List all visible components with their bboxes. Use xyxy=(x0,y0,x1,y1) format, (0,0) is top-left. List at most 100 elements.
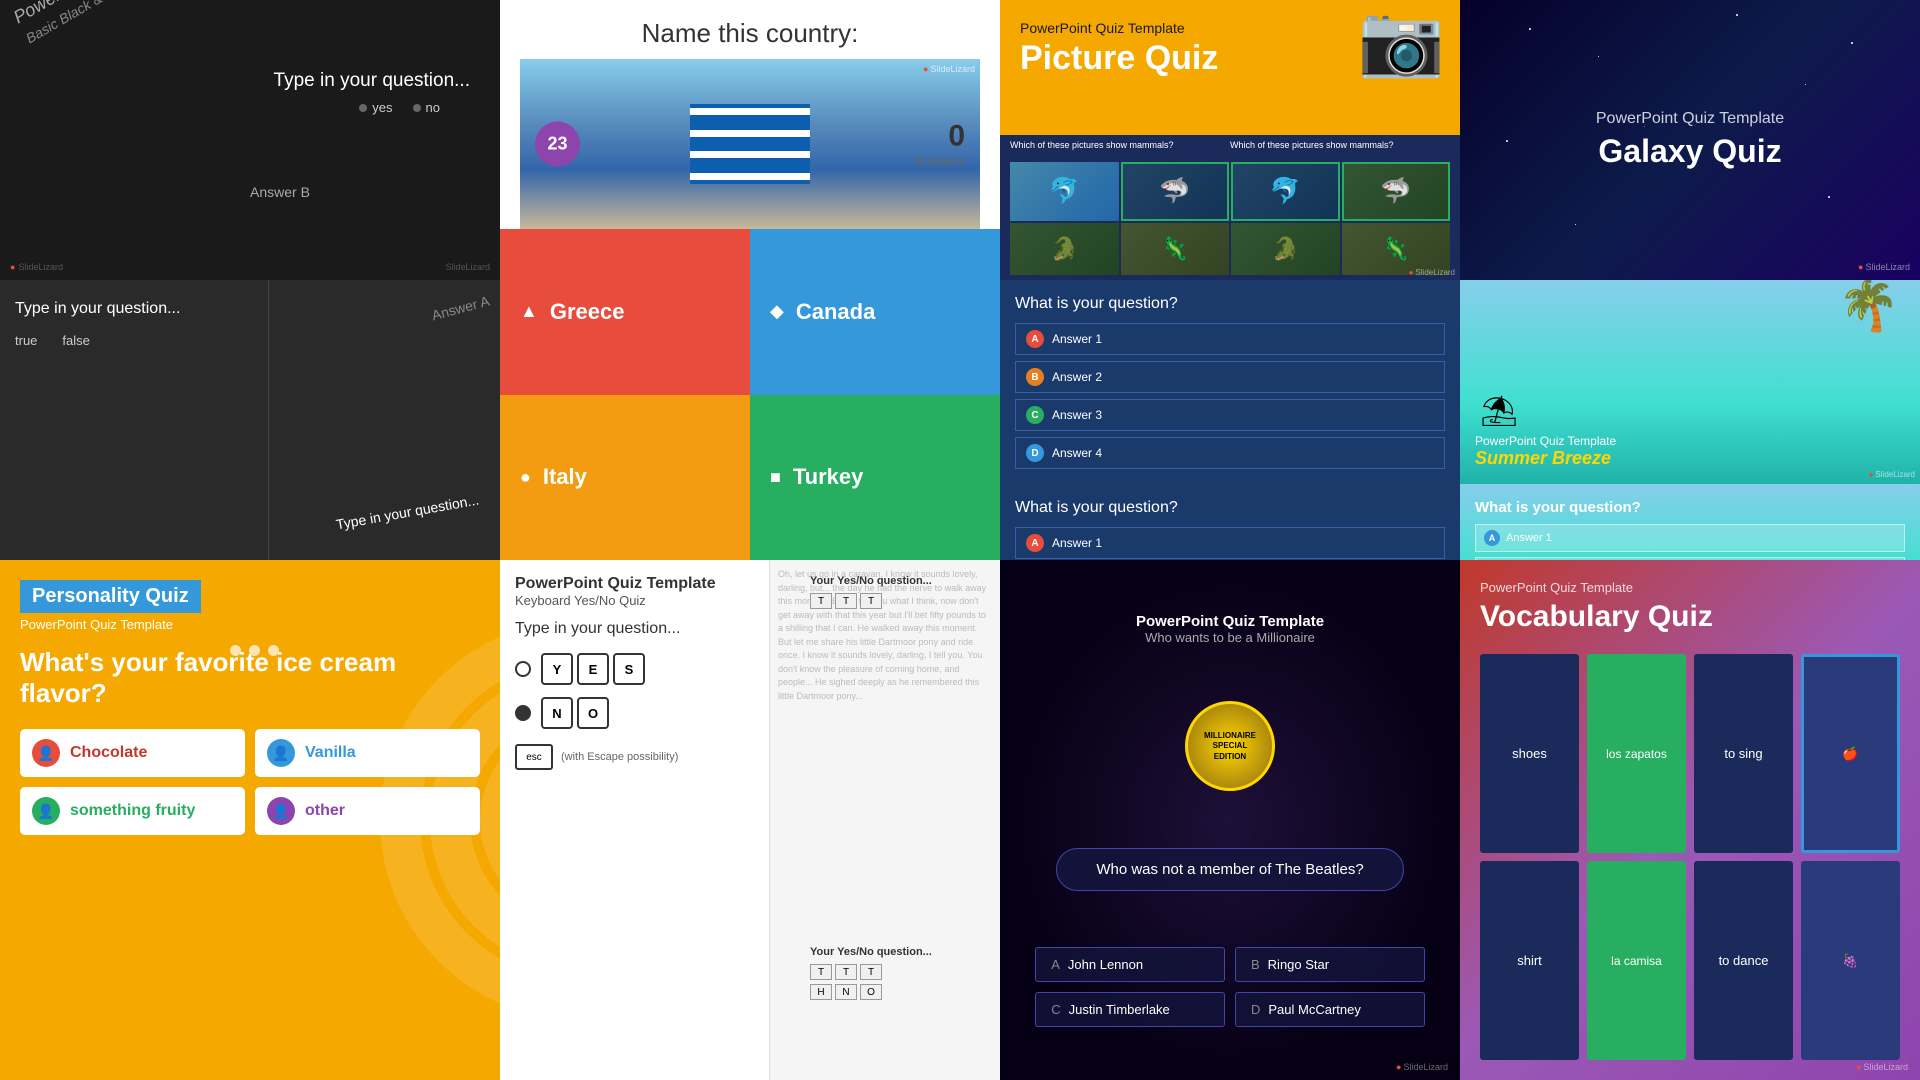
mill-logo-text: MILLIONAIRE SPECIAL EDITION xyxy=(1196,731,1264,762)
pers-badge-container: Personality Quiz PowerPoint Quiz Templat… xyxy=(20,580,480,632)
bw-false: false xyxy=(62,333,89,348)
yesno-q2-block: Your Yes/No question... T T T H N O xyxy=(810,946,990,1000)
greece-title: Name this country: xyxy=(500,0,1000,59)
vocab-card-apple[interactable]: 🍎 xyxy=(1801,654,1900,853)
kb-key-o[interactable]: O xyxy=(577,697,609,729)
vocab-card-sing[interactable]: to sing xyxy=(1694,654,1793,853)
pers-opt-vanilla[interactable]: 👤 Vanilla xyxy=(255,729,480,777)
mill-letter-c: C xyxy=(1051,1002,1060,1017)
yn-key-o2[interactable]: O xyxy=(860,984,882,1000)
kb-key-n[interactable]: N xyxy=(541,697,573,729)
summer-title-block: PowerPoint Quiz Template Summer Breeze xyxy=(1475,434,1905,469)
bw-tf-options: true false xyxy=(15,333,253,348)
greece-quiz: Name this country: 23 0 Ans xyxy=(500,0,1000,560)
rm-q3-title: What is your question? xyxy=(1475,499,1905,516)
center-lower: PowerPoint Quiz Template Keyboard Yes/No… xyxy=(500,560,1000,1080)
greece-brand: ●SlideLizard xyxy=(923,64,975,74)
summer-palm-icon: 🌴 xyxy=(1838,280,1900,330)
greece-ans-italy[interactable]: ● Italy xyxy=(500,395,750,561)
greece-flag xyxy=(690,104,810,184)
pic-img-croc: 🐊 xyxy=(1010,223,1119,275)
vocab-card-shirt[interactable]: shirt xyxy=(1480,861,1579,1060)
pers-badge: Personality Quiz xyxy=(20,580,201,613)
yn-key-t3[interactable]: T xyxy=(860,593,882,609)
greece-ans-canada[interactable]: ◆ Canada xyxy=(750,229,1000,395)
rm-q1-opts: A Answer 1 B Answer 2 C Answer 3 D Answe… xyxy=(1015,323,1445,469)
yn-key-t4[interactable]: T xyxy=(810,964,832,980)
summer-umbrella-icon: ⛱ xyxy=(1480,394,1518,429)
bw-no-option: no xyxy=(413,100,440,115)
bw-brand: ●SlideLizard xyxy=(10,262,63,272)
kb-esc-key[interactable]: esc xyxy=(515,744,553,770)
yesno-keys-yes: T T T xyxy=(810,593,990,609)
greece-ans-greece[interactable]: ▲ Greece xyxy=(500,229,750,395)
vocab-card-shoes[interactable]: shoes xyxy=(1480,654,1579,853)
mill-letter-b: B xyxy=(1251,957,1260,972)
vocab-brand: ●SlideLizard xyxy=(1856,1062,1908,1072)
pers-opt-fruity[interactable]: 👤 something fruity xyxy=(20,787,245,835)
galaxy-title: Galaxy Quiz xyxy=(1596,133,1784,170)
badge-b1: B xyxy=(1026,368,1044,386)
bw-rotated-q: Type in your question... xyxy=(335,492,480,533)
mill-letter-a: A xyxy=(1051,957,1060,972)
picture-quiz: PowerPoint Quiz Template Picture Quiz 📷 … xyxy=(1000,0,1460,280)
pers-template-label: PowerPoint Quiz Template xyxy=(20,617,480,632)
yn-key-t1[interactable]: T xyxy=(810,593,832,609)
rm-opt-a2[interactable]: A Answer 1 xyxy=(1015,527,1445,559)
left-column: PowerPoint Quiz Template Basic Black & W… xyxy=(0,0,500,280)
rm-q2-title: What is your question? xyxy=(1015,499,1445,517)
yn-key-n2[interactable]: N xyxy=(835,984,857,1000)
galaxy-template: PowerPoint Quiz Template xyxy=(1596,110,1784,128)
kb-subtitle: Keyboard Yes/No Quiz xyxy=(515,593,754,608)
bw-answer-b: Answer B xyxy=(250,184,310,200)
kb-key-s[interactable]: S xyxy=(613,653,645,685)
yn-key-t6[interactable]: T xyxy=(860,964,882,980)
rm-summer: 🌴 ⛱ PowerPoint Quiz Template Summer Bree… xyxy=(1460,280,1920,484)
rm-opt-b1[interactable]: B Answer 2 xyxy=(1015,361,1445,393)
pic-img-shark2: 🦈 xyxy=(1342,162,1451,221)
kb-key-y[interactable]: Y xyxy=(541,653,573,685)
vocab-title: Vocabulary Quiz xyxy=(1480,600,1900,634)
bw-q2: Type in your question... xyxy=(15,300,253,318)
yn-key-h[interactable]: H xyxy=(810,984,832,1000)
rm-opt-c1[interactable]: C Answer 3 xyxy=(1015,399,1445,431)
yn-key-t2[interactable]: T xyxy=(835,593,857,609)
rm-opt-a1[interactable]: A Answer 1 xyxy=(1015,323,1445,355)
mill-letter-d: D xyxy=(1251,1002,1260,1017)
yesno-q1-block: Your Yes/No question... T T T xyxy=(810,575,990,609)
rm-q1-title: What is your question? xyxy=(1015,295,1445,313)
mill-ans-b[interactable]: B Ringo Star xyxy=(1235,947,1425,982)
pers-opt-other[interactable]: 👤 other xyxy=(255,787,480,835)
mill-question: Who was not a member of The Beatles? xyxy=(1056,848,1405,891)
badge-a1: A xyxy=(1026,330,1044,348)
mill-ans-d[interactable]: D Paul McCartney xyxy=(1235,992,1425,1027)
mill-ans-c[interactable]: C Justin Timberlake xyxy=(1035,992,1225,1027)
rm-opt-d1[interactable]: D Answer 4 xyxy=(1015,437,1445,469)
yesno-panel: Oh, let us go in a caravan. I know it so… xyxy=(770,560,1000,1080)
yesno-keys-no: H N O xyxy=(810,984,990,1000)
kb-esc-row: esc (with Escape possibility) xyxy=(515,744,754,770)
greece-icon-square: ■ xyxy=(770,467,781,488)
vocab-grid: shoes los zapatos to sing 🍎 shirt la cam… xyxy=(1480,654,1900,1060)
rm-q3-opt-a[interactable]: A Answer 1 xyxy=(1475,524,1905,552)
vocab-card-camisa[interactable]: la camisa xyxy=(1587,861,1686,1060)
vocab-card-zapatos[interactable]: los zapatos xyxy=(1587,654,1686,853)
kb-radio-yes[interactable] xyxy=(515,661,531,677)
kb-radio-no[interactable] xyxy=(515,705,531,721)
badge-a2: A xyxy=(1026,534,1044,552)
mill-ans-a[interactable]: A John Lennon xyxy=(1035,947,1225,982)
vocab-card-dance[interactable]: to dance xyxy=(1694,861,1793,1060)
pic-img-croc2: 🐊 xyxy=(1231,223,1340,275)
pic-img-shark: 🦈 xyxy=(1121,162,1230,221)
bw-no-dot xyxy=(413,104,421,112)
pers-opt-chocolate[interactable]: 👤 Chocolate xyxy=(20,729,245,777)
keyboard-quiz: PowerPoint Quiz Template Keyboard Yes/No… xyxy=(500,560,770,1080)
millionaire-quiz: PowerPoint Quiz Template Who wants to be… xyxy=(1000,560,1460,1080)
yn-key-t5[interactable]: T xyxy=(835,964,857,980)
pic-img-gecko: 🦎 xyxy=(1121,223,1230,275)
greece-ans-turkey[interactable]: ■ Turkey xyxy=(750,395,1000,561)
vocab-card-grapes[interactable]: 🍇 xyxy=(1801,861,1900,1060)
kb-yes-keys: Y E S xyxy=(541,653,645,685)
bw-brand-r: SlideLizard xyxy=(445,262,490,272)
kb-key-e[interactable]: E xyxy=(577,653,609,685)
